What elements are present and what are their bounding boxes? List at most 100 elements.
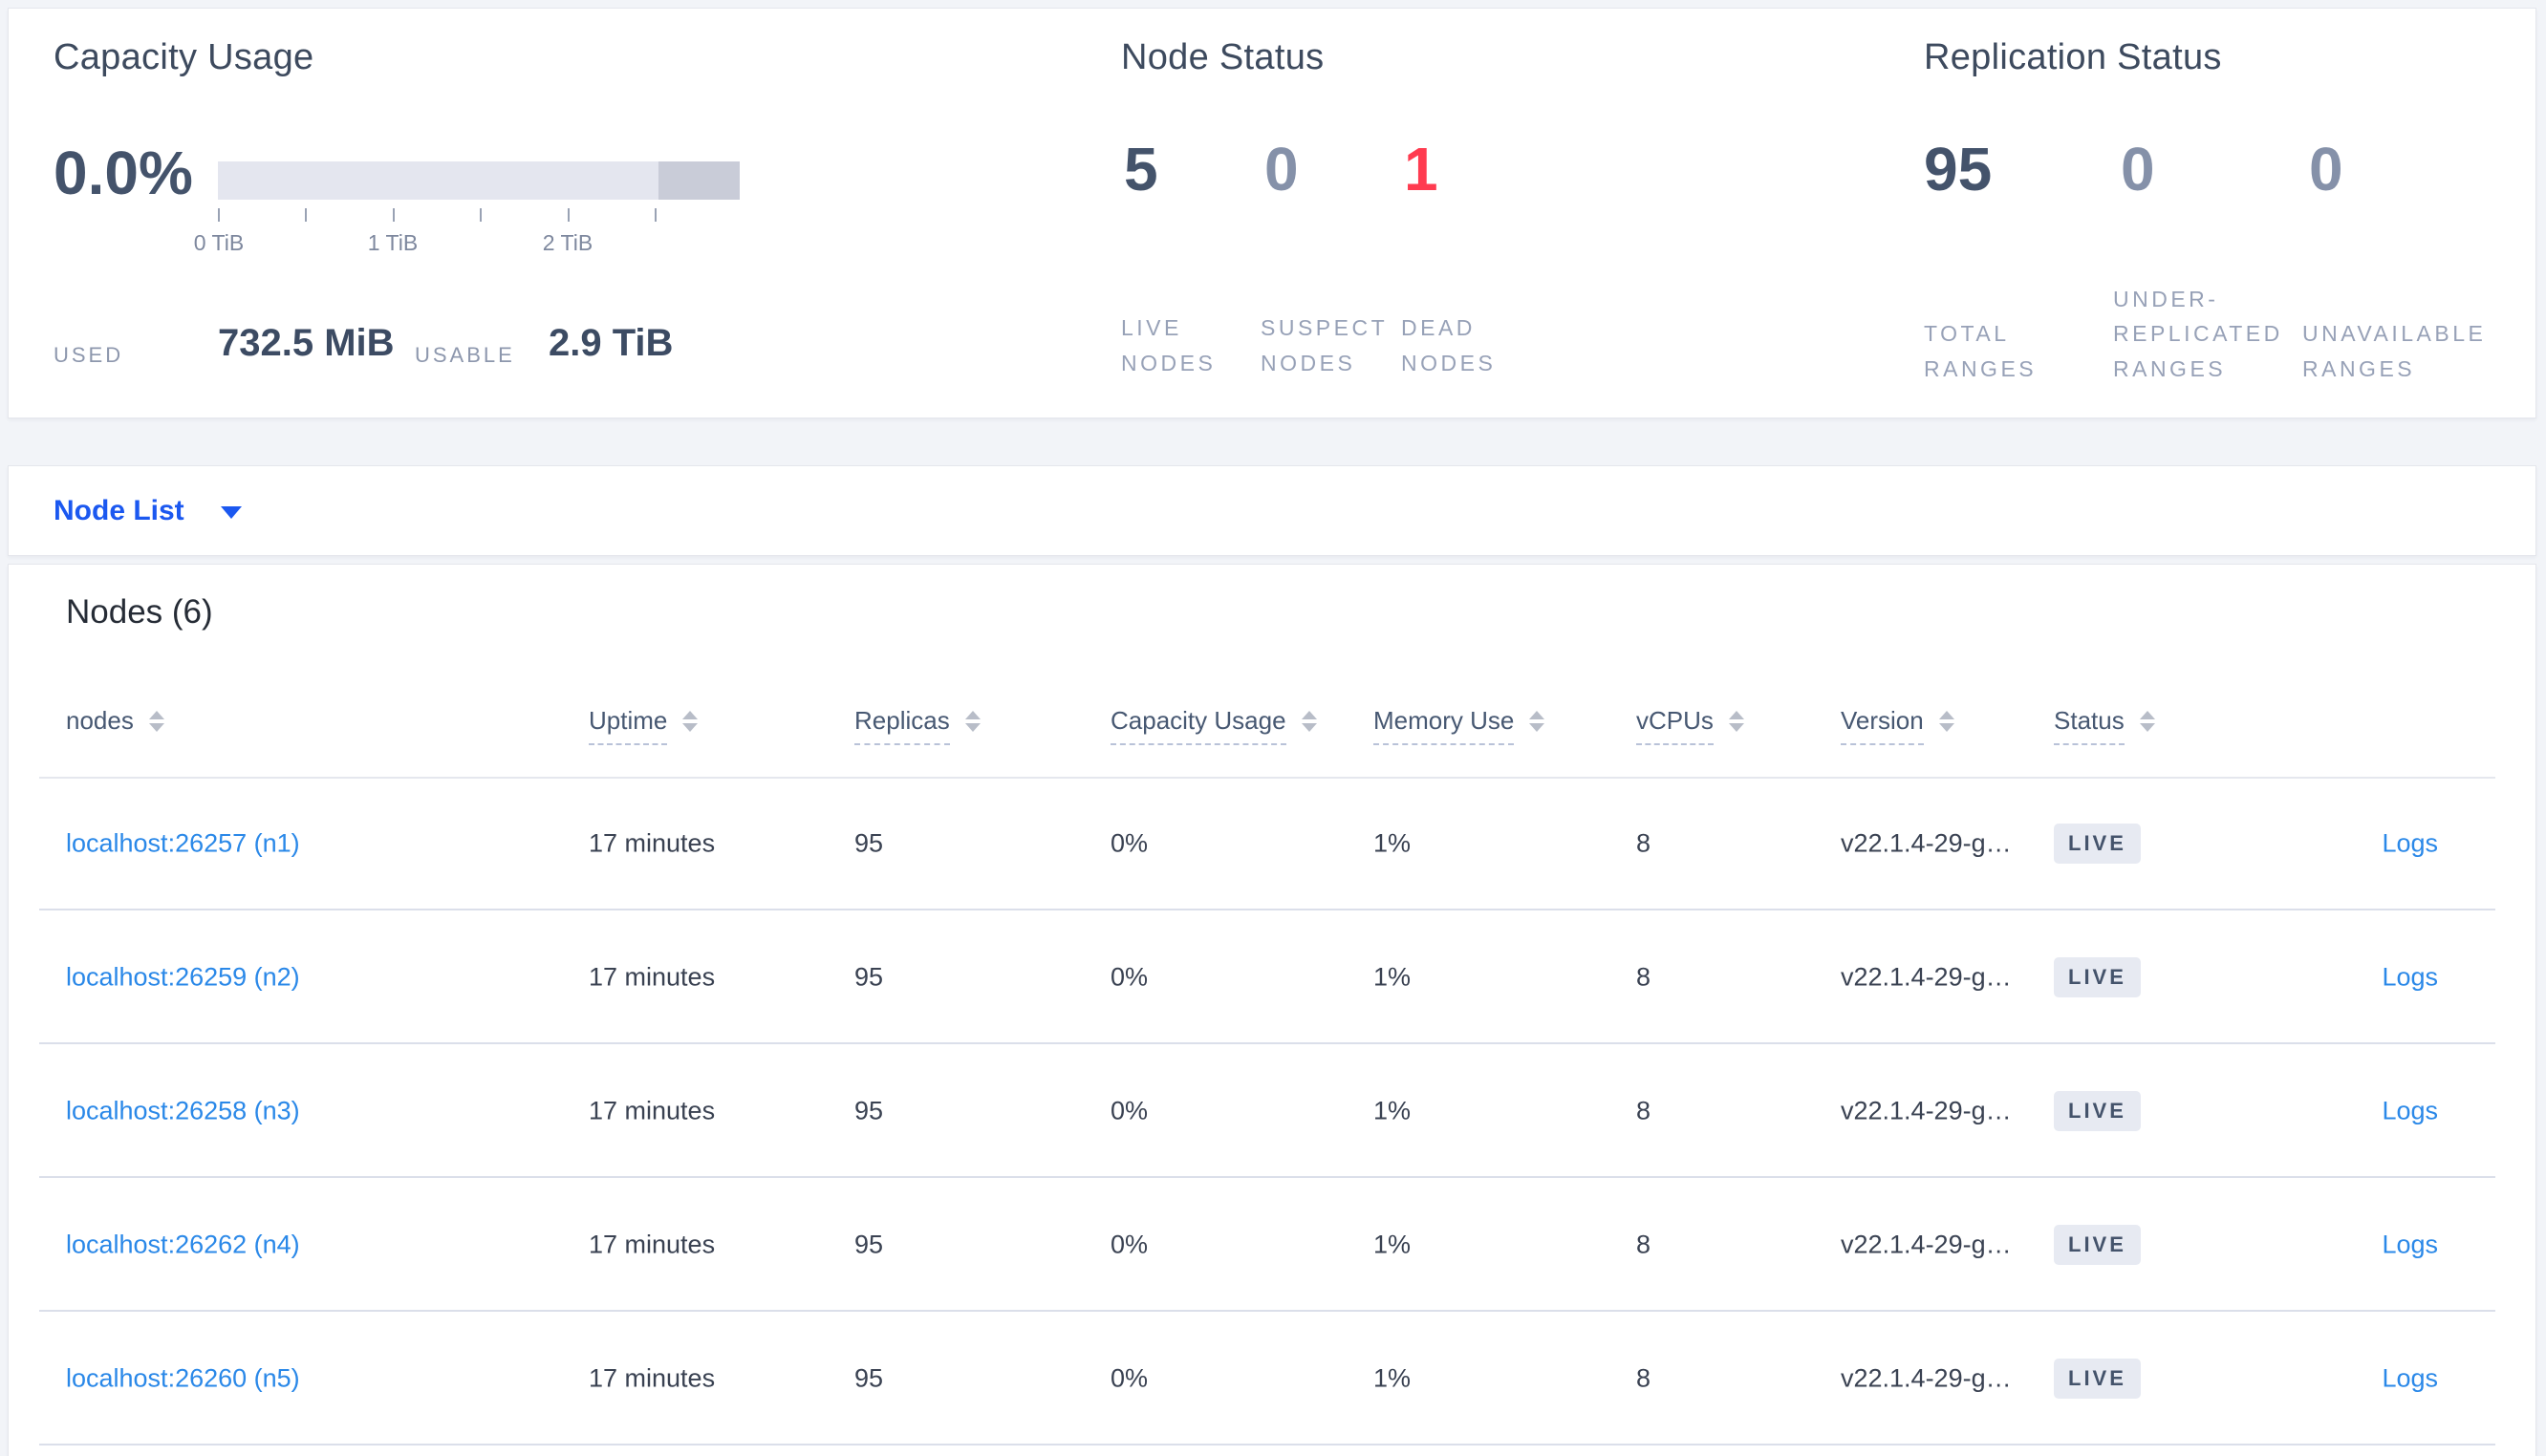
column-header-uptime[interactable]: Uptime [589,706,699,745]
column-header-memory-use[interactable]: Memory Use [1373,706,1545,745]
capacity-cell: 0% [1111,962,1149,992]
used-label: USED [54,343,124,367]
table-row: localhost:26258 (n3) 17 minutes 95 0% 1%… [9,1044,2535,1178]
replicas-cell: 95 [854,1096,884,1125]
status-badge: LIVE [2054,1359,2141,1399]
unavailable-ranges-count: 0 [2309,135,2343,203]
version-cell: v22.1.4-29-g… [1841,828,2012,858]
capacity-axis-tick [655,208,657,222]
node-status-title: Node Status [1121,37,1325,77]
version-cell: v22.1.4-29-g… [1841,1230,2012,1259]
node-list-dropdown-label: Node List [54,494,184,526]
replicas-cell: 95 [854,1230,884,1259]
under-replicated-ranges-count: 0 [2121,135,2155,203]
usable-label: USABLE [415,343,515,367]
chevron-down-icon [220,506,242,519]
column-header-capacity-usage[interactable]: Capacity Usage [1111,706,1317,745]
memory-cell: 1% [1373,1363,1412,1393]
status-badge: LIVE [2054,1225,2141,1265]
version-cell: v22.1.4-29-g… [1841,962,2012,992]
column-header-status[interactable]: Status [2054,706,2155,745]
suspect-nodes-count: 0 [1264,135,1299,203]
capacity-bar-end-segment [658,161,740,200]
nodes-table-panel: Nodes (6) nodes Uptime Replicas Capacity… [8,564,2536,1456]
sort-icon[interactable] [1529,711,1545,732]
under-replicated-ranges-label: UNDER-REPLICATED RANGES [2113,286,2283,382]
capacity-axis-tick [393,208,395,222]
memory-cell: 1% [1373,1230,1412,1259]
unavailable-ranges-label: UNAVAILABLE RANGES [2302,321,2487,382]
column-header-version[interactable]: Version [1841,706,1954,745]
table-row: localhost:26259 (n2) 17 minutes 95 0% 1%… [9,910,2535,1044]
sort-icon[interactable] [1301,711,1317,732]
dead-nodes-label: DEAD NODES [1401,315,1497,375]
vcpus-cell: 8 [1636,1363,1651,1393]
replication-status-title: Replication Status [1924,37,2222,77]
logs-link[interactable]: Logs [2382,1364,2438,1394]
replicas-cell: 95 [854,828,884,858]
capacity-cell: 0% [1111,1096,1149,1125]
capacity-usage-title: Capacity Usage [54,37,314,77]
used-value: 732.5 MiB [218,322,395,364]
node-link[interactable]: localhost:26258 (n3) [66,1097,300,1126]
logs-link[interactable]: Logs [2382,1097,2438,1126]
replicas-cell: 95 [854,962,884,992]
nodes-table-header: nodes Uptime Replicas Capacity Usage Mem… [9,706,2535,777]
usable-value: 2.9 TiB [549,322,674,364]
uptime-cell: 17 minutes [589,828,716,858]
dead-nodes-count: 1 [1404,135,1438,203]
node-list-dropdown[interactable]: Node List [54,466,242,555]
capacity-axis-tick [218,208,220,222]
memory-cell: 1% [1373,828,1412,858]
memory-cell: 1% [1373,1096,1412,1125]
vcpus-cell: 8 [1636,828,1651,858]
node-link[interactable]: localhost:26257 (n1) [66,829,300,859]
capacity-cell: 0% [1111,828,1149,858]
node-link[interactable]: localhost:26259 (n2) [66,963,300,993]
table-row: localhost:26257 (n1) 17 minutes 95 0% 1%… [9,777,2535,910]
sort-icon[interactable] [1728,711,1744,732]
column-header-vcpus[interactable]: vCPUs [1636,706,1744,745]
nodes-table-title: Nodes (6) [66,593,213,631]
node-link[interactable]: localhost:26260 (n5) [66,1364,300,1394]
view-selector-bar: Node List [8,465,2536,556]
capacity-axis-tick [480,208,482,222]
sort-icon[interactable] [148,711,164,732]
vcpus-cell: 8 [1636,1096,1651,1125]
memory-cell: 1% [1373,962,1412,992]
table-row: localhost:26262 (n4) 17 minutes 95 0% 1%… [9,1178,2535,1312]
table-row: localhost:26260 (n5) 17 minutes 95 0% 1%… [9,1312,2535,1445]
total-ranges-label: TOTAL RANGES [1924,321,2038,382]
status-badge: LIVE [2054,1091,2141,1131]
status-badge: LIVE [2054,957,2141,997]
uptime-cell: 17 minutes [589,1230,716,1259]
capacity-cell: 0% [1111,1230,1149,1259]
node-link[interactable]: localhost:26262 (n4) [66,1231,300,1260]
total-ranges-count: 95 [1924,135,1993,203]
sort-icon[interactable] [964,711,981,732]
vcpus-cell: 8 [1636,962,1651,992]
capacity-axis-label: 2 TiB [542,230,593,255]
column-header-nodes[interactable]: nodes [66,706,164,743]
column-header-replicas[interactable]: Replicas [854,706,981,745]
logs-link[interactable]: Logs [2382,1231,2438,1260]
sort-icon[interactable] [682,711,699,732]
cluster-overview-page: Capacity Usage 0.0% 0 TiB 1 TiB 2 TiB US… [0,0,2546,1456]
capacity-cell: 0% [1111,1363,1149,1393]
status-badge: LIVE [2054,824,2141,864]
version-cell: v22.1.4-29-g… [1841,1363,2012,1393]
uptime-cell: 17 minutes [589,1096,716,1125]
capacity-bar [218,161,740,200]
capacity-axis-label: 0 TiB [193,230,245,255]
live-nodes-label: LIVE NODES [1121,315,1217,375]
capacity-percent: 0.0% [54,139,193,207]
replicas-cell: 95 [854,1363,884,1393]
version-cell: v22.1.4-29-g… [1841,1096,2012,1125]
sort-icon[interactable] [2139,711,2155,732]
capacity-axis-tick [568,208,570,222]
row-divider [39,1444,2495,1445]
sort-icon[interactable] [1938,711,1954,732]
logs-link[interactable]: Logs [2382,829,2438,859]
uptime-cell: 17 minutes [589,962,716,992]
logs-link[interactable]: Logs [2382,963,2438,993]
